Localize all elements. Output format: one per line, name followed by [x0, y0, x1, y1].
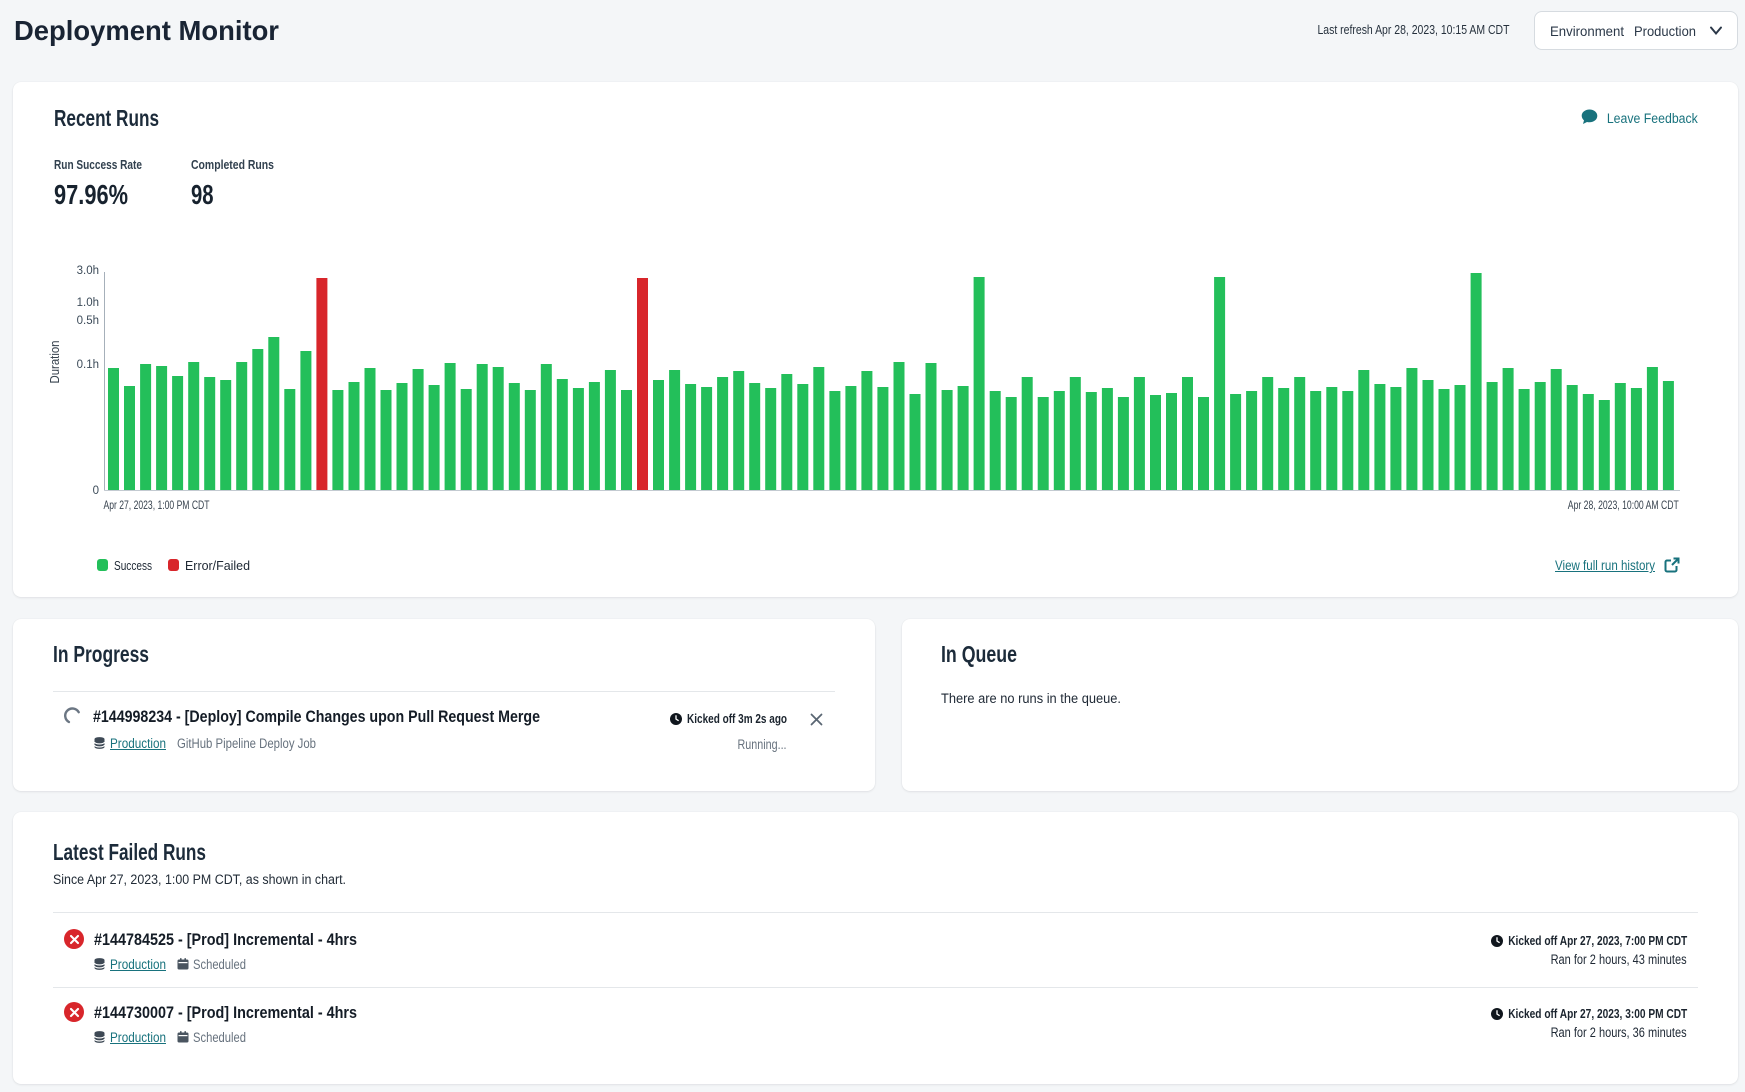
svg-text:3.0h: 3.0h — [77, 265, 99, 277]
svg-text:Apr 27, 2023, 1:00 PM CDT: Apr 27, 2023, 1:00 PM CDT — [104, 500, 210, 512]
svg-text:0.1h: 0.1h — [77, 359, 99, 371]
svg-text:Duration: Duration — [48, 340, 62, 383]
svg-text:0: 0 — [93, 485, 99, 497]
svg-text:0.5h: 0.5h — [77, 315, 99, 327]
svg-text:Apr 28, 2023, 10:00 AM CDT: Apr 28, 2023, 10:00 AM CDT — [1568, 500, 1679, 512]
svg-text:1.0h: 1.0h — [77, 297, 99, 309]
